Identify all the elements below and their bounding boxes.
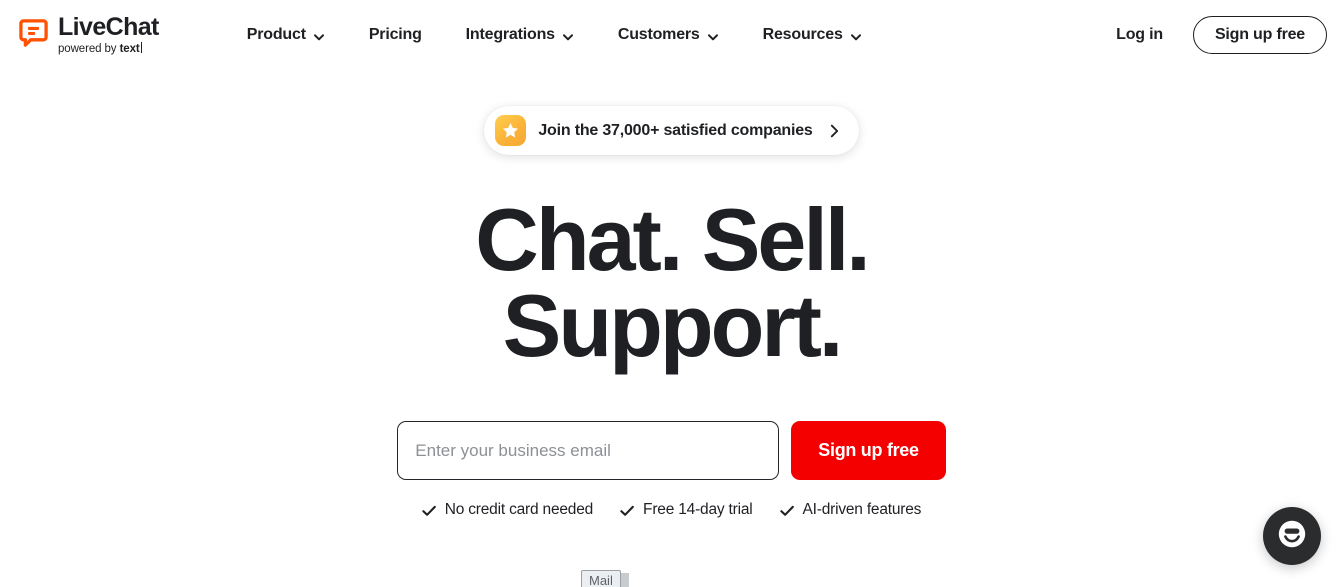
benefit-item: AI-driven features: [779, 501, 922, 519]
nav-item-label: Customers: [617, 26, 700, 43]
text-cursor-icon: [140, 42, 142, 54]
benefit-label: No credit card needed: [444, 501, 594, 519]
nav-item-label: Resources: [762, 26, 843, 43]
nav-item-product[interactable]: Product: [225, 18, 347, 52]
logo-wordmark: LiveChat: [58, 13, 159, 42]
signup-submit-button[interactable]: Sign up free: [791, 421, 946, 481]
nav-item-integrations[interactable]: Integrations: [444, 18, 596, 52]
check-icon: [620, 504, 634, 517]
hero-section: Join the 37,000+ satisfied companies Cha…: [0, 70, 1343, 519]
nav-item-customers[interactable]: Customers: [596, 18, 741, 52]
chat-smiley-icon: [1275, 517, 1309, 556]
chevron-down-icon: [850, 30, 862, 42]
star-icon: [495, 115, 527, 146]
nav-item-label: Product: [246, 26, 306, 43]
badge-label: Join the 37,000+ satisfied companies: [538, 121, 813, 139]
check-icon: [422, 504, 436, 517]
mail-chip[interactable]: Mail: [581, 570, 621, 587]
nav-item-label: Pricing: [368, 26, 422, 43]
site-header: LiveChat powered by text Product Pricing…: [0, 0, 1343, 70]
nav-item-resources[interactable]: Resources: [741, 18, 884, 52]
nav-item-label: Integrations: [465, 26, 555, 43]
headline-line-2: Support.: [502, 276, 844, 376]
chevron-down-icon: [562, 30, 574, 42]
page-title: Chat. Sell. Support.: [0, 190, 1343, 376]
powered-brand: text: [119, 43, 140, 56]
mail-chip-edge: [621, 573, 629, 587]
chat-launcher-button[interactable]: [1263, 507, 1321, 565]
nav-item-pricing[interactable]: Pricing: [347, 18, 444, 52]
chevron-right-icon: [828, 123, 841, 139]
email-field[interactable]: [397, 421, 780, 481]
chevron-down-icon: [313, 30, 325, 42]
logo-home-link[interactable]: LiveChat powered by text: [18, 14, 159, 56]
benefit-item: Free 14-day trial: [620, 501, 753, 519]
signup-form: Sign up free: [0, 421, 1343, 481]
logo-powered-by: powered by text: [58, 42, 159, 56]
benefit-label: AI-driven features: [802, 501, 922, 519]
benefit-label: Free 14-day trial: [643, 501, 753, 519]
satisfied-companies-badge[interactable]: Join the 37,000+ satisfied companies: [484, 106, 859, 155]
check-icon: [779, 504, 794, 517]
login-link[interactable]: Log in: [1116, 26, 1163, 44]
header-signup-button[interactable]: Sign up free: [1192, 16, 1327, 54]
header-actions: Log in Sign up free: [1116, 16, 1327, 54]
badge-container: Join the 37,000+ satisfied companies: [0, 106, 1343, 155]
benefit-item: No credit card needed: [422, 501, 593, 519]
chevron-down-icon: [707, 30, 719, 42]
powered-prefix: powered by: [58, 43, 120, 56]
livechat-speech-bubble-icon: [18, 18, 49, 49]
main-navigation: Product Pricing Integrations Customers R…: [225, 18, 884, 52]
benefits-list: No credit card needed Free 14-day trial …: [0, 501, 1343, 519]
headline-line-1: Chat. Sell.: [475, 190, 870, 289]
